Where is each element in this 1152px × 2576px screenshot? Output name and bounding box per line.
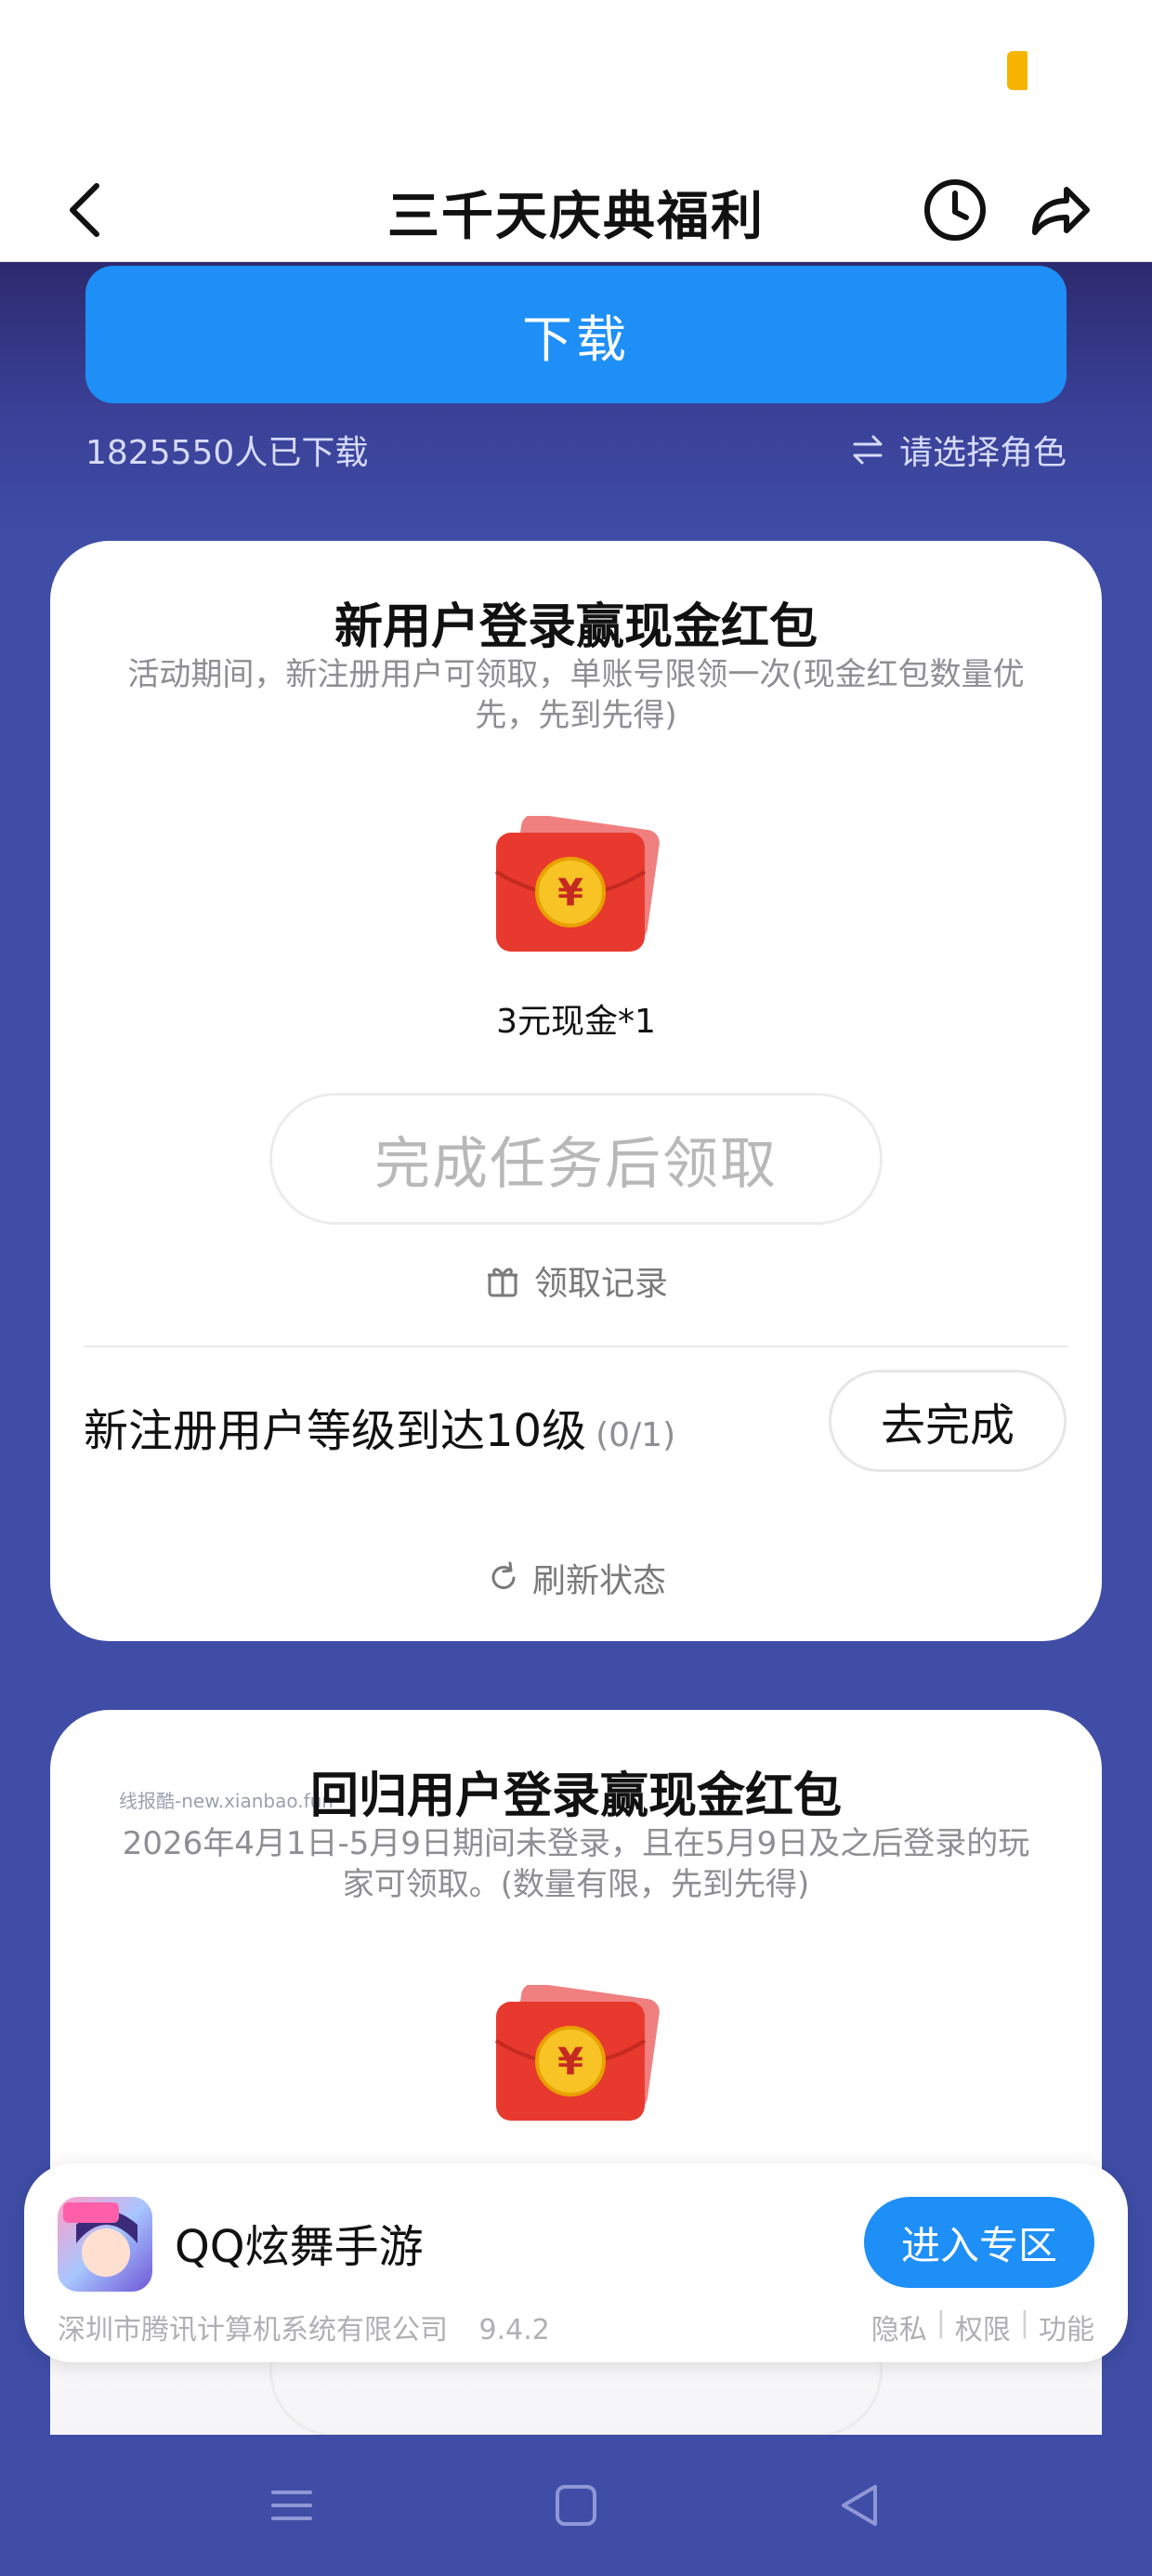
card-description: 活动期间，新注册用户可领取，单账号限领一次(现金红包数量优先，先到先得)	[127, 656, 1025, 734]
svg-text:¥: ¥	[557, 2041, 583, 2083]
link-separator: |	[1019, 2307, 1029, 2339]
app-company: 深圳市腾讯计算机系统有限公司 9.4.2	[58, 2307, 550, 2347]
link-separator: |	[936, 2307, 946, 2339]
app-icon[interactable]	[58, 2197, 152, 2292]
download-count: 1825550人已下载	[85, 434, 369, 472]
home-icon[interactable]	[550, 2479, 602, 2531]
card-title: 回归用户登录赢现金红包	[309, 1768, 842, 1824]
app-logo-icon	[63, 2202, 137, 2277]
privacy-link[interactable]: 隐私	[871, 2307, 927, 2347]
menu-icon[interactable]	[266, 2479, 318, 2531]
swap-icon	[853, 435, 883, 465]
claim-record-link[interactable]: 领取记录	[50, 1256, 1102, 1305]
task-progress: (0/1)	[596, 1416, 676, 1454]
status-bar	[0, 0, 1152, 158]
red-packet-icon: ¥	[494, 1985, 660, 2121]
svg-text:¥: ¥	[557, 872, 583, 914]
download-button[interactable]: 下载	[85, 266, 1067, 403]
claim-button[interactable]: 完成任务后领取	[269, 1093, 883, 1225]
reward-label: 3元现金*1	[496, 1003, 656, 1041]
company-name: 深圳市腾讯计算机系统有限公司	[58, 2314, 448, 2346]
app-info-bar: QQ炫舞手游 进入专区 深圳市腾讯计算机系统有限公司 9.4.2 隐私 | 权限…	[24, 2163, 1128, 2362]
system-nav-bar	[0, 2435, 1152, 2576]
task-description: 新注册用户等级到达10级 (0/1)	[84, 1394, 675, 1459]
refresh-status-link[interactable]: 刷新状态	[50, 1554, 1102, 1602]
enter-zone-button[interactable]: 进入专区	[864, 2197, 1094, 2288]
refresh-icon	[491, 1561, 516, 1589]
divider	[84, 1346, 1068, 1347]
gift-icon	[487, 1268, 517, 1297]
card-title: 新用户登录赢现金红包	[334, 599, 818, 655]
refresh-label: 刷新状态	[531, 1562, 666, 1600]
share-icon[interactable]	[1022, 173, 1096, 247]
go-complete-button[interactable]: 去完成	[829, 1370, 1067, 1472]
card-description: 2026年4月1日-5月9日期间未登录，且在5月9日及之后登录的玩家可领取。(数…	[122, 1825, 1030, 1903]
select-role-label: 请选择角色	[898, 434, 1067, 472]
back-triangle-icon[interactable]	[834, 2479, 886, 2531]
red-packet-icon: ¥	[494, 816, 660, 952]
battery-icon	[1007, 51, 1028, 90]
nav-bar: 三千天庆典福利	[0, 158, 1152, 262]
permissions-link[interactable]: 权限	[955, 2307, 1011, 2347]
features-link[interactable]: 功能	[1039, 2307, 1094, 2347]
app-version: 9.4.2	[478, 2314, 550, 2346]
app-name: QQ炫舞手游	[175, 2221, 424, 2273]
app-links: 隐私 | 权限 | 功能	[871, 2307, 1094, 2347]
select-role-button[interactable]: 请选择角色	[849, 426, 1067, 474]
task-text: 新注册用户等级到达10级	[84, 1405, 587, 1457]
new-user-reward-card: 新用户登录赢现金红包 活动期间，新注册用户可领取，单账号限领一次(现金红包数量优…	[50, 541, 1102, 1641]
claim-record-label: 领取记录	[533, 1265, 668, 1303]
clock-icon[interactable]	[920, 175, 990, 245]
